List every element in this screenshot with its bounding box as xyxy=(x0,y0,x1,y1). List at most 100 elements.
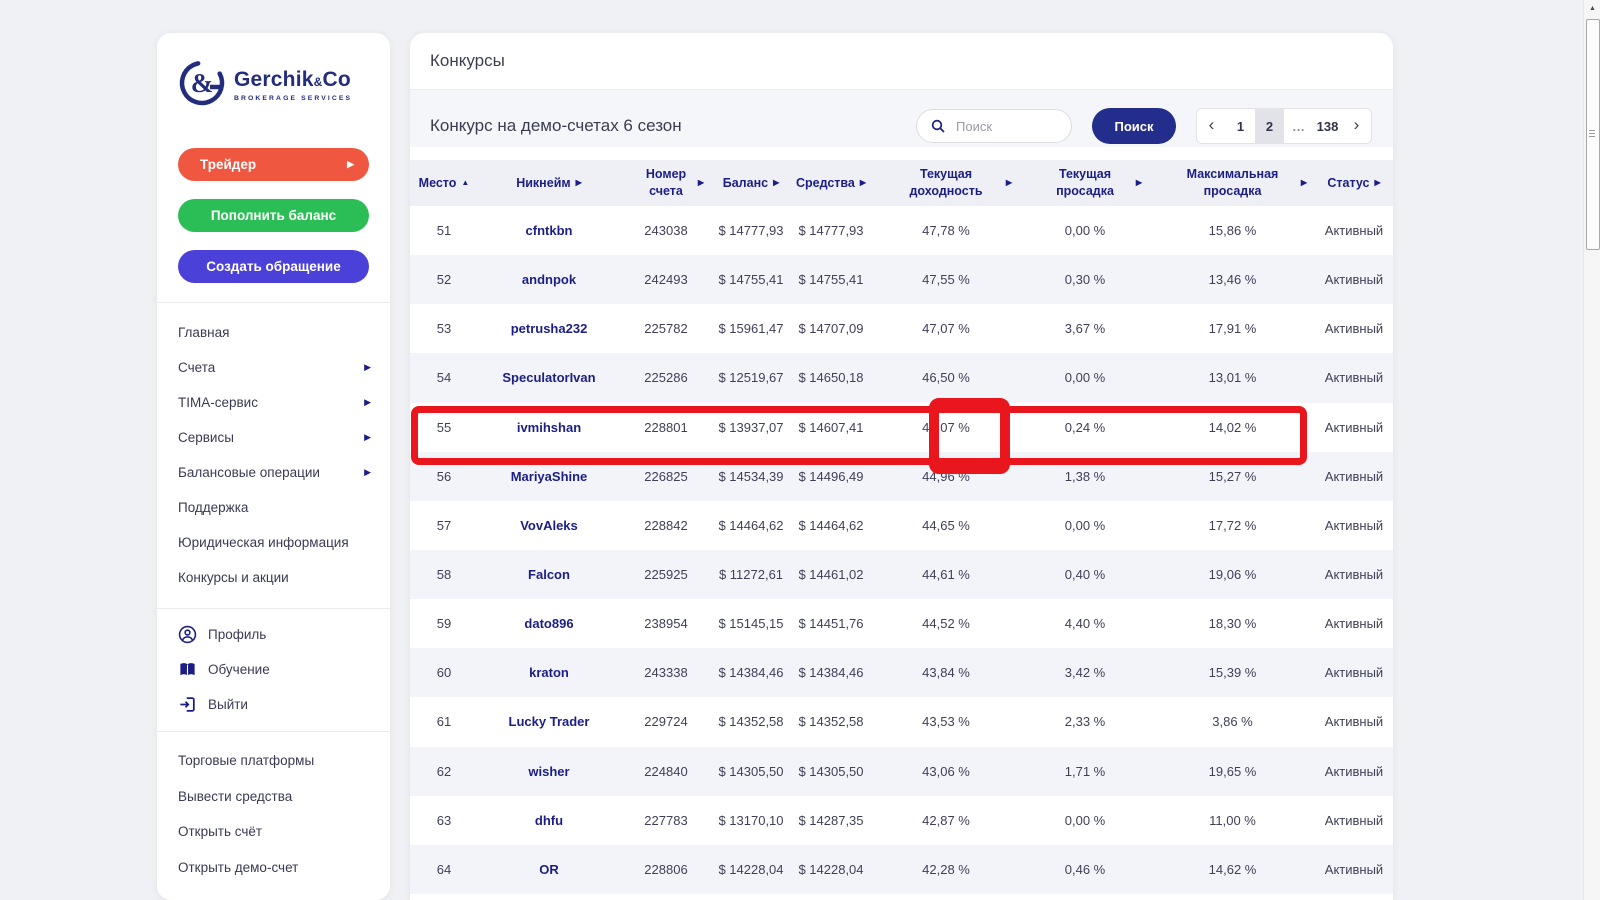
sidebar-item-label: Профиль xyxy=(208,627,266,642)
scrollbar-up-arrow-icon[interactable]: ▲ xyxy=(1584,0,1600,16)
brand-tagline: BROKERAGE SERVICES xyxy=(234,95,352,102)
pagination-page-2[interactable]: 2 xyxy=(1255,109,1284,143)
sort-arrow-icon: ▶ xyxy=(1006,178,1012,189)
table-row: 58 Falcon 225925 $ 11272,61 $ 14461,02 4… xyxy=(410,550,1393,599)
table-row: 59 dato896 238954 $ 15145,15 $ 14451,76 … xyxy=(410,599,1393,648)
cell-nickname[interactable]: kraton xyxy=(478,648,620,697)
cell-current-yield: 47,07 % xyxy=(872,304,1020,353)
vertical-scrollbar[interactable]: ▲ xyxy=(1583,0,1600,900)
table-row: 55 ivmihshan 228801 $ 13937,07 $ 14607,4… xyxy=(410,403,1393,452)
top-up-balance-button[interactable]: Пополнить баланс xyxy=(178,199,369,232)
cell-status: Активный xyxy=(1315,353,1393,402)
cell-nickname[interactable]: MariyaShine xyxy=(478,452,620,501)
column-header-nickname[interactable]: Никнейм▶ xyxy=(478,160,620,206)
cell-place: 52 xyxy=(410,255,478,304)
column-header-balance[interactable]: Баланс▶ xyxy=(712,160,790,206)
pagination-page-138[interactable]: 138 xyxy=(1313,109,1342,143)
search-input[interactable] xyxy=(954,118,1061,135)
cell-nickname[interactable]: OR xyxy=(478,845,620,894)
sidebar-account-section: Профиль ОбучениеВыйти xyxy=(157,617,390,722)
table-row: 63 dhfu 227783 $ 13170,10 $ 14287,35 42,… xyxy=(410,796,1393,845)
sidebar-item-home[interactable]: Главная xyxy=(157,315,390,350)
sidebar-item-open-account[interactable]: Открыть счёт xyxy=(157,814,390,850)
sidebar-item-legal-info[interactable]: Юридическая информация xyxy=(157,525,390,560)
column-header-place[interactable]: Место▲ xyxy=(410,160,478,206)
sidebar-item-label: Главная xyxy=(178,325,229,340)
cell-status: Активный xyxy=(1315,599,1393,648)
sidebar-item-balance-operations[interactable]: Балансовые операции▶ xyxy=(157,455,390,490)
cell-balance: $ 12519,67 xyxy=(712,353,790,402)
cell-current-drawdown: 0,40 % xyxy=(1020,550,1150,599)
cell-nickname[interactable]: Falcon xyxy=(478,550,620,599)
sidebar-item-education[interactable]: Обучение xyxy=(157,652,390,687)
cell-max-drawdown: 15,86 % xyxy=(1150,206,1315,255)
sidebar-item-trading-platforms[interactable]: Торговые платформы xyxy=(157,743,390,779)
cell-current-drawdown: 0,00 % xyxy=(1020,206,1150,255)
sidebar-item-support[interactable]: Поддержка xyxy=(157,490,390,525)
sidebar-item-accounts[interactable]: Счета▶ xyxy=(157,350,390,385)
sidebar-item-open-demo-account[interactable]: Открыть демо-счет xyxy=(157,850,390,886)
cell-status: Активный xyxy=(1315,501,1393,550)
cell-status: Активный xyxy=(1315,550,1393,599)
contest-subtitle: Конкурс на демо-счетах 6 сезон xyxy=(430,113,682,139)
cell-nickname[interactable]: ivmihshan xyxy=(478,403,620,452)
cell-place: 53 xyxy=(410,304,478,353)
sidebar-item-services[interactable]: Сервисы▶ xyxy=(157,420,390,455)
table-row: 60 kraton 243338 $ 14384,46 $ 14384,46 4… xyxy=(410,648,1393,697)
cell-place: 60 xyxy=(410,648,478,697)
search-icon xyxy=(930,118,946,134)
cell-max-drawdown: 19,06 % xyxy=(1150,550,1315,599)
search-button[interactable]: Поиск xyxy=(1092,108,1176,144)
column-header-equity[interactable]: Средства▶ xyxy=(790,160,872,206)
cell-status: Активный xyxy=(1315,452,1393,501)
cell-nickname[interactable]: petrusha232 xyxy=(478,304,620,353)
sidebar-item-tima-service[interactable]: TIMA-сервис▶ xyxy=(157,385,390,420)
table-row: 53 petrusha232 225782 $ 15961,47 $ 14707… xyxy=(410,304,1393,353)
pagination-next[interactable]: › xyxy=(1342,109,1371,143)
sidebar-item-label: Юридическая информация xyxy=(178,535,349,550)
sidebar-item-label: TIMA-сервис xyxy=(178,395,258,410)
cell-max-drawdown: 17,72 % xyxy=(1150,501,1315,550)
cell-current-yield: 44,61 % xyxy=(872,550,1020,599)
sort-arrow-icon: ▶ xyxy=(576,178,582,189)
search-box[interactable] xyxy=(916,109,1072,143)
column-header-status[interactable]: Статус▶ xyxy=(1315,160,1393,206)
brand-logo[interactable]: & Gerchik&Co BROKERAGE SERVICES xyxy=(177,58,352,113)
sidebar: & Gerchik&Co BROKERAGE SERVICES Трейдер▶… xyxy=(157,33,390,900)
column-header-current-yield[interactable]: Текущая доходность▶ xyxy=(872,160,1020,206)
cell-nickname[interactable]: dato896 xyxy=(478,599,620,648)
column-header-account-number[interactable]: Номер счета▶ xyxy=(620,160,712,206)
cell-status: Активный xyxy=(1315,697,1393,746)
trader-button[interactable]: Трейдер▶ xyxy=(178,148,369,181)
cell-nickname[interactable]: cfntkbn xyxy=(478,206,620,255)
pagination-page-1[interactable]: 1 xyxy=(1226,109,1255,143)
column-header-max-drawdown[interactable]: Максимальная просадка▶ xyxy=(1150,160,1315,206)
cell-account-number: 227783 xyxy=(620,796,712,845)
cell-nickname[interactable]: VovAleks xyxy=(478,501,620,550)
cell-nickname[interactable]: Lucky Trader xyxy=(478,697,620,746)
sidebar-item-label: Счета xyxy=(178,360,215,375)
logout-icon xyxy=(178,695,197,714)
sidebar-item-logout[interactable]: Выйти xyxy=(157,687,390,722)
cell-place: 54 xyxy=(410,353,478,402)
pagination-prev[interactable]: ‹ xyxy=(1197,109,1226,143)
cell-nickname[interactable]: andnpok xyxy=(478,255,620,304)
scrollbar-thumb[interactable] xyxy=(1586,19,1600,250)
column-label: Статус xyxy=(1327,175,1369,192)
sidebar-item-profile[interactable]: Профиль xyxy=(157,617,390,652)
cell-place: 62 xyxy=(410,747,478,796)
column-header-current-drawdown[interactable]: Текущая просадка▶ xyxy=(1020,160,1150,206)
cell-account-number: 228806 xyxy=(620,845,712,894)
cell-account-number: 242493 xyxy=(620,255,712,304)
sidebar-item-contests[interactable]: Конкурсы и акции xyxy=(157,560,390,595)
cell-nickname[interactable]: wisher xyxy=(478,747,620,796)
create-ticket-button[interactable]: Создать обращение xyxy=(178,250,369,283)
trader-button-label: Трейдер xyxy=(200,157,256,172)
cell-nickname[interactable]: dhfu xyxy=(478,796,620,845)
cell-nickname[interactable]: SpeculatorIvan xyxy=(478,353,620,402)
cell-equity: $ 14287,35 xyxy=(790,796,872,845)
cell-max-drawdown: 15,27 % xyxy=(1150,452,1315,501)
cell-balance: $ 14755,41 xyxy=(712,255,790,304)
sidebar-item-withdraw-funds[interactable]: Вывести средства xyxy=(157,779,390,815)
sort-arrow-icon: ▶ xyxy=(860,178,866,189)
